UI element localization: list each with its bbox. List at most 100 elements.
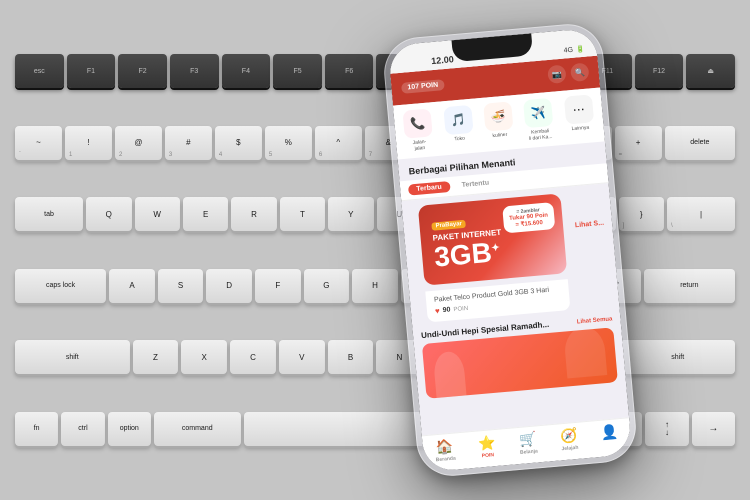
lihat-semua-undi[interactable]: Lihat Semua: [577, 316, 613, 325]
key-fn[interactable]: fn: [15, 412, 58, 446]
key-caps[interactable]: caps lock: [15, 269, 106, 303]
key-backtick[interactable]: ~`: [15, 126, 62, 160]
icon-kuliner: 🍜: [483, 101, 513, 131]
key-f4[interactable]: F4: [222, 54, 271, 88]
key-option-left[interactable]: option: [108, 412, 151, 446]
status-battery: 🔋: [576, 45, 585, 54]
key-tab[interactable]: tab: [15, 197, 83, 231]
key-f2[interactable]: F2: [118, 54, 167, 88]
key-equals[interactable]: +=: [615, 126, 662, 160]
key-backslash[interactable]: |\: [667, 197, 735, 231]
nav-label-beranda: Beranda: [436, 456, 456, 464]
keyboard-fn-row: esc F1 F2 F3 F4 F5 F6 F7 F8 F9 F10 F11 F…: [15, 54, 735, 88]
key-3[interactable]: #3: [165, 126, 212, 160]
key-6[interactable]: ^6: [315, 126, 362, 160]
undi-figure: [563, 327, 607, 378]
key-f1[interactable]: F1: [67, 54, 116, 88]
key-1[interactable]: !1: [65, 126, 112, 160]
nav-label-belanja: Belanja: [520, 448, 538, 456]
keyboard-asdf-row: caps lock A S D F G H J K L :; "' return: [15, 269, 735, 303]
phone-body: 12.00 4G 🔋 107 POIN: [388, 28, 633, 472]
nav-icon-jelajah: 🧭: [559, 427, 578, 445]
nav-icon-belanja: 🛒: [518, 430, 537, 448]
key-f6[interactable]: F6: [325, 54, 374, 88]
nav-item-jelajah[interactable]: 🧭 Jelajah: [559, 427, 578, 452]
key-b[interactable]: B: [328, 340, 374, 374]
undi-decoration: [433, 351, 467, 398]
filter-tab-terbaru[interactable]: Terbaru: [408, 181, 450, 196]
key-w[interactable]: W: [135, 197, 180, 231]
key-ctrl[interactable]: ctrl: [61, 412, 104, 446]
nav-item-beranda[interactable]: 🏠 Beranda: [434, 438, 456, 464]
key-f5[interactable]: F5: [273, 54, 322, 88]
key-esc[interactable]: esc: [15, 54, 64, 88]
nav-icon-profile: 👤: [600, 423, 619, 441]
icon-label-lainnya: Lainnya: [571, 125, 589, 133]
key-rshift[interactable]: shift: [620, 340, 735, 374]
status-signal: 4G: [563, 46, 573, 54]
topbar-icon-search[interactable]: 🔍: [570, 62, 590, 82]
key-delete[interactable]: delete: [665, 126, 735, 160]
nav-label-poin: POIN: [482, 452, 495, 459]
icon-label-toko: Toko: [454, 136, 465, 143]
nav-item-profile[interactable]: 👤: [600, 423, 619, 448]
key-h[interactable]: H: [352, 269, 398, 303]
key-command-left[interactable]: command: [154, 412, 241, 446]
key-updown-arrow[interactable]: ↑ ↓: [645, 412, 688, 446]
status-right: 4G 🔋: [563, 45, 585, 55]
lihat-semua-promo[interactable]: Lihat S...: [572, 190, 604, 229]
icon-label-jalan: Jalan-jalan: [412, 139, 427, 152]
key-e[interactable]: E: [183, 197, 228, 231]
key-f[interactable]: F: [255, 269, 301, 303]
phone-screen: 12.00 4G 🔋 107 POIN: [388, 28, 633, 472]
icon-item-kembali[interactable]: ✈️ Kembalili dari Ka...: [519, 97, 559, 142]
key-return[interactable]: return: [644, 269, 735, 303]
key-d[interactable]: D: [206, 269, 252, 303]
key-v[interactable]: V: [279, 340, 325, 374]
promo-row: PraBayar PAKET INTERNET 3GB✦ = 2amblar T…: [401, 183, 619, 324]
nav-icon-home: 🏠: [435, 438, 454, 456]
key-z[interactable]: Z: [133, 340, 179, 374]
key-y[interactable]: Y: [328, 197, 373, 231]
key-c[interactable]: C: [230, 340, 276, 374]
promo-badge: = 2amblar Tukar 90 Poin = ₹15.600: [502, 202, 555, 233]
topbar-icon-camera[interactable]: 📷: [547, 64, 567, 84]
key-5[interactable]: %5: [265, 126, 312, 160]
key-power[interactable]: ⏏: [686, 54, 735, 88]
icon-item-kuliner[interactable]: 🍜 kuliner: [479, 101, 519, 146]
status-time: 12.00: [431, 54, 454, 66]
icon-item-jalan[interactable]: 📞 Jalan-jalan: [399, 108, 439, 153]
key-s[interactable]: S: [158, 269, 204, 303]
key-a[interactable]: A: [109, 269, 155, 303]
keyboard-qwerty-row: tab Q W E R T Y U I O P {[ }] |\: [15, 197, 735, 231]
key-f3[interactable]: F3: [170, 54, 219, 88]
icon-kembali: ✈️: [523, 98, 553, 128]
promo-card[interactable]: PraBayar PAKET INTERNET 3GB✦ = 2amblar T…: [418, 193, 567, 285]
undi-card[interactable]: [422, 327, 618, 399]
poin-label: POIN: [453, 305, 468, 312]
keyboard-background: esc F1 F2 F3 F4 F5 F6 F7 F8 F9 F10 F11 F…: [0, 0, 750, 500]
filter-tab-tertentu[interactable]: Tertentu: [453, 177, 497, 192]
nav-item-poin[interactable]: ⭐ POIN: [477, 434, 496, 459]
points-value: 107: [407, 83, 419, 91]
points-label-badge: POIN: [421, 81, 439, 89]
key-f12[interactable]: F12: [635, 54, 684, 88]
product-info: Paket Telco Product Gold 3GB 3 Hari ♥ 90…: [425, 279, 570, 322]
key-q[interactable]: Q: [86, 197, 131, 231]
icon-label-kembali: Kembalili dari Ka...: [528, 128, 553, 142]
key-t[interactable]: T: [280, 197, 325, 231]
key-g[interactable]: G: [304, 269, 350, 303]
key-right-arrow[interactable]: →: [692, 412, 735, 446]
nav-item-belanja[interactable]: 🛒 Belanja: [518, 430, 538, 455]
icon-item-toko[interactable]: 🎵 Toko: [439, 105, 479, 150]
key-x[interactable]: X: [181, 340, 227, 374]
icon-jalan: 📞: [403, 108, 433, 138]
key-r[interactable]: R: [231, 197, 276, 231]
nav-label-jelajah: Jelajah: [561, 445, 578, 452]
poin-value: 90: [442, 306, 450, 314]
key-lshift[interactable]: shift: [15, 340, 130, 374]
key-2[interactable]: @2: [115, 126, 162, 160]
icon-item-lainnya[interactable]: ⋯ Lainnya: [560, 94, 600, 139]
key-4[interactable]: $4: [215, 126, 262, 160]
key-rbracket[interactable]: }]: [619, 197, 664, 231]
